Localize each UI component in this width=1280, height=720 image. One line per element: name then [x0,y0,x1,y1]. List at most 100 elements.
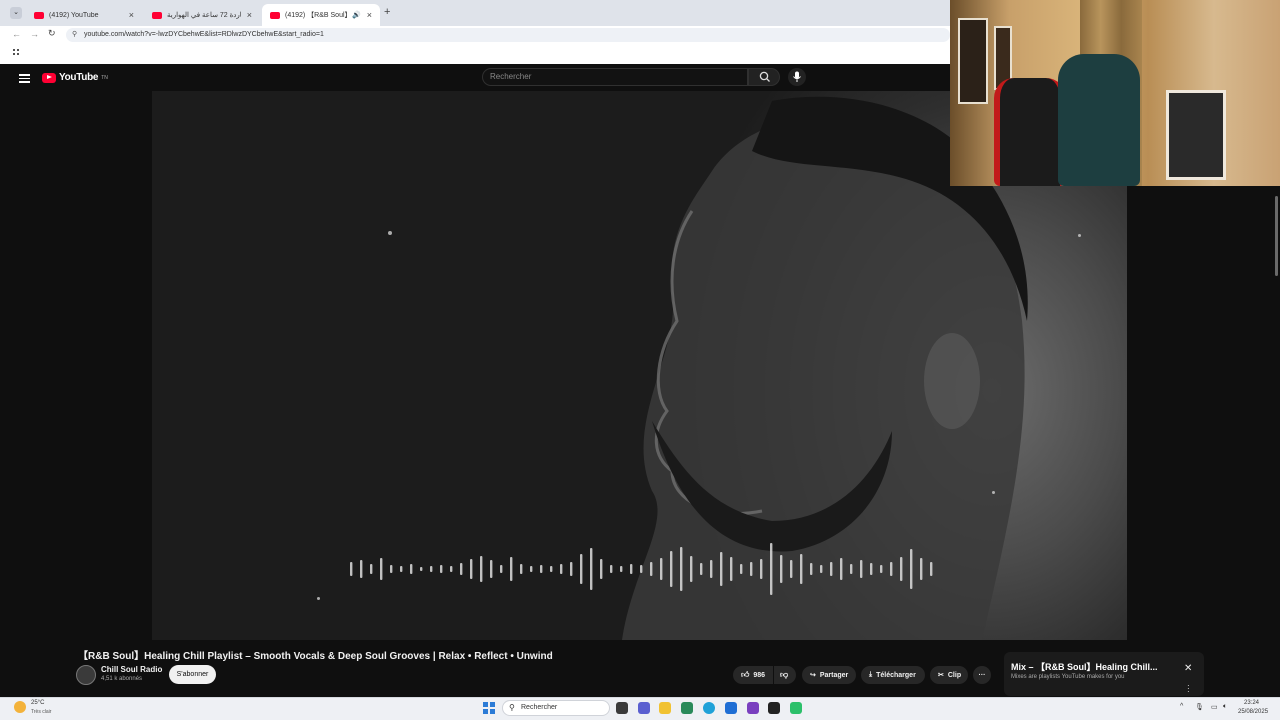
clock-time[interactable]: 23:24 [1244,700,1259,706]
tab-list-dropdown-icon[interactable]: ⌄ [10,7,22,19]
back-icon[interactable]: ← [12,29,21,39]
waveform-bar [640,565,643,573]
waveform-bar [710,560,713,578]
waveform-bar [620,566,623,572]
tab-arabic-video[interactable]: مطاردة 72 ساعة في الهوارية 😱 | ... × [144,4,260,26]
file-explorer-icon[interactable] [659,702,671,714]
subscribe-button[interactable]: S'abonner [169,665,216,684]
like-button[interactable]: 👍︎ 986 [733,666,773,684]
voice-search-button[interactable] [788,68,806,86]
microphone-icon [793,71,801,82]
like-count: 986 [753,671,766,679]
channel-name[interactable]: Chill Soul Radio [101,665,162,674]
waveform-bar [890,562,893,576]
scissors-icon: ✂ [938,672,944,679]
share-button[interactable]: ↪ Partager [802,666,856,684]
waveform-bar [820,565,823,573]
thumbs-down-icon: 👎︎ [780,670,789,679]
network-icon[interactable]: ▭ [1211,703,1218,711]
waveform-bar [780,555,783,583]
more-actions-button[interactable]: ··· [973,666,991,684]
weather-temperature: 25°C [31,700,45,706]
forward-icon[interactable]: → [30,29,39,39]
channel-avatar[interactable] [76,665,96,685]
wall-art-frame [958,18,988,104]
new-tab-button[interactable]: + [384,6,390,18]
waveform-bar [850,564,853,574]
taskbar-search-label: Rechercher [521,704,558,711]
waveform-bar [500,565,503,573]
onenote-icon[interactable] [747,702,759,714]
waveform-bar [380,558,383,580]
youtube-favicon-icon [34,11,44,19]
waveform-bar [730,557,733,581]
menu-hamburger-icon[interactable] [19,72,30,85]
clock-date[interactable]: 25/08/2025 [1238,709,1268,715]
taskbar-search-box[interactable]: ⚲ Rechercher [502,700,610,716]
waveform-bar [540,565,543,573]
waveform-bar [370,564,373,574]
reload-icon[interactable]: ↻ [48,28,56,39]
waveform-bar [750,562,753,576]
youtube-play-logo-icon [42,72,56,83]
light-particle [992,491,995,494]
store-icon[interactable] [681,702,693,714]
waveform-bar [470,559,473,579]
url-bar[interactable]: ⚲ youtube.com/watch?v=-lwzDYCbehwE&list=… [66,28,950,42]
subscriber-count: 4,51 k abonnés [101,676,143,682]
gaming-chair-red [994,78,1066,186]
waveform-bar [460,563,463,575]
app-icon[interactable] [768,702,780,714]
outlook-icon[interactable] [725,702,737,714]
audio-playing-icon[interactable]: 🔊 [352,11,361,19]
tab-youtube-home[interactable]: (4192) YouTube × [26,4,142,26]
waveform-bar [440,565,443,573]
clip-button[interactable]: ✂ Clip [930,666,968,684]
waveform-bar [430,566,433,572]
app-icon[interactable] [790,702,802,714]
video-title: 【R&B Soul】Healing Chill Playlist – Smoot… [78,651,553,662]
search-button[interactable] [748,68,780,86]
waveform-bar [450,566,453,572]
waveform-bar [400,566,403,572]
weather-sun-icon[interactable] [14,701,26,713]
waveform-bar [480,556,483,582]
tray-microphone-icon[interactable]: 🎙︎ [1195,703,1204,711]
waveform-bar [580,554,583,584]
volume-icon[interactable]: 🔈︎ [1223,703,1227,711]
mix-close-icon[interactable]: ✕ [1184,663,1192,674]
waveform-bar [390,565,393,573]
tab-title: (4192) YouTube [49,11,99,19]
thumbs-up-icon: 👍︎ [741,670,750,679]
mix-more-vertical-icon[interactable]: · · · [1187,682,1190,696]
waveform-bar [600,559,603,579]
light-particle [317,597,320,600]
gaming-chair-teal [1058,54,1140,186]
waveform-bar [920,558,923,580]
windows-start-icon[interactable] [483,702,495,714]
youtube-logo[interactable]: YouTube TN [42,72,108,83]
waveform-bar [760,559,763,579]
waveform-bar [930,562,933,576]
tab-close-icon[interactable]: × [367,10,372,20]
waveform-bar [610,565,613,573]
framed-portrait [1166,90,1226,180]
task-view-icon[interactable] [616,702,628,714]
waveform-bar [790,560,793,578]
page-scrollbar[interactable] [1273,186,1280,696]
waveform-bar [870,563,873,575]
waveform-bar [550,566,553,572]
light-particle [1078,234,1081,237]
tab-close-icon[interactable]: × [129,10,134,20]
tray-expand-icon[interactable]: ^ [1180,703,1183,710]
search-input[interactable]: Rechercher [482,68,748,86]
dislike-button[interactable]: 👎︎ [774,666,796,684]
tab-active-playlist[interactable]: (4192) 【R&B Soul】Healing 🔊 × [262,4,380,26]
apps-grid-icon[interactable] [12,48,20,56]
teams-icon[interactable] [638,702,650,714]
edge-browser-icon[interactable] [703,702,715,714]
download-button[interactable]: ⤓ Télécharger [861,666,925,684]
tab-close-icon[interactable]: × [247,10,252,20]
site-info-icon[interactable]: ⚲ [72,28,77,42]
waveform-bar [880,565,883,573]
